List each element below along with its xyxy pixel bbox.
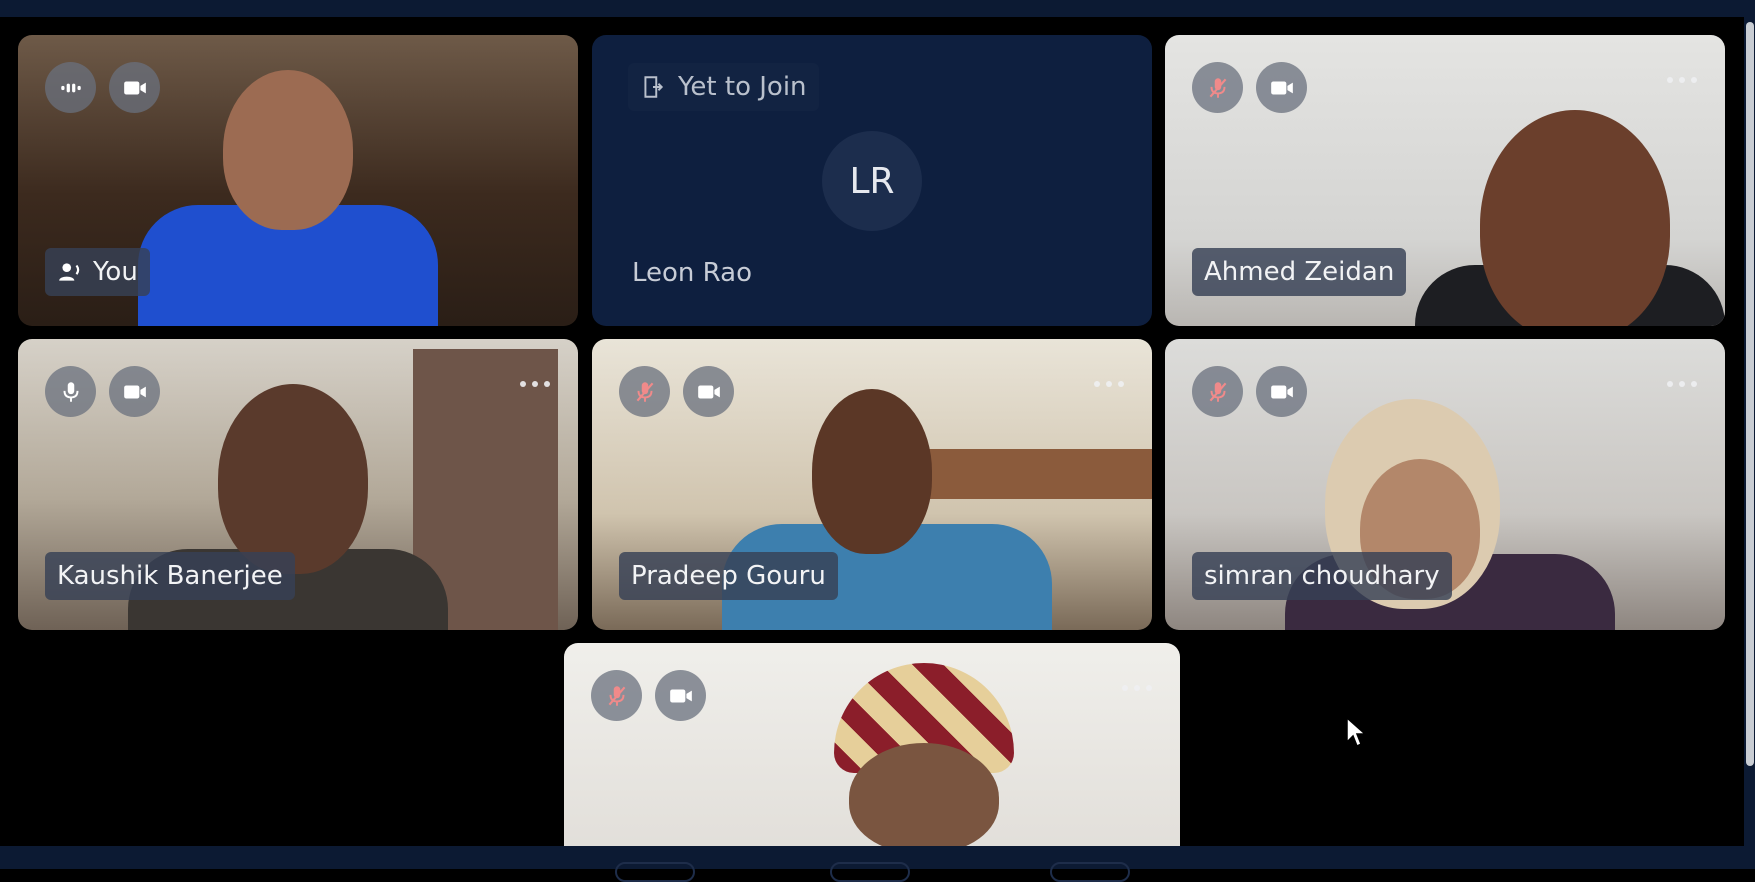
join-door-icon — [644, 76, 664, 98]
toolbar-button[interactable] — [1050, 862, 1130, 882]
participant-name: Ahmed Zeidan — [1204, 257, 1395, 287]
microphone-icon[interactable] — [45, 366, 96, 417]
video-tile-simran-choudhary[interactable]: simran choudhary — [1165, 339, 1725, 630]
participant-name-badge: Pradeep Gouru — [619, 552, 838, 600]
audio-wave-icon[interactable] — [45, 62, 96, 113]
microphone-muted-icon[interactable] — [1192, 62, 1243, 113]
participant-video — [218, 384, 368, 574]
participant-name: Pradeep Gouru — [631, 561, 826, 591]
speaker-icon — [59, 263, 80, 281]
microphone-muted-icon[interactable] — [591, 670, 642, 721]
video-camera-icon[interactable] — [1256, 366, 1307, 417]
participant-video — [812, 389, 932, 554]
toolbar-button[interactable] — [615, 862, 695, 882]
video-tile-leon-rao[interactable]: Yet to Join LR Leon Rao — [592, 35, 1152, 326]
participant-name-badge: You — [45, 248, 150, 296]
participant-name-badge: Kaushik Banerjee — [45, 552, 295, 600]
tile-controls — [619, 366, 734, 417]
status-label: Yet to Join — [678, 72, 807, 102]
participant-name: You — [93, 257, 138, 287]
participant-name: Leon Rao — [632, 258, 753, 288]
participant-name: Kaushik Banerjee — [57, 561, 283, 591]
video-tile-participant-7[interactable] — [564, 643, 1180, 846]
avatar-initials: LR — [849, 160, 895, 202]
tile-controls — [45, 62, 160, 113]
video-camera-icon[interactable] — [109, 366, 160, 417]
video-camera-icon[interactable] — [1256, 62, 1307, 113]
tile-controls — [591, 670, 706, 721]
participant-video — [1480, 110, 1670, 326]
more-options-icon[interactable] — [520, 381, 550, 389]
participant-name-badge: Ahmed Zeidan — [1192, 248, 1407, 296]
microphone-muted-icon[interactable] — [619, 366, 670, 417]
tile-controls — [45, 366, 160, 417]
more-options-icon[interactable] — [1094, 381, 1124, 389]
video-tile-ahmed-zeidan[interactable]: Ahmed Zeidan — [1165, 35, 1725, 326]
tile-controls — [1192, 366, 1307, 417]
participant-name: simran choudhary — [1204, 561, 1440, 591]
more-options-icon[interactable] — [1667, 77, 1697, 85]
top-bar — [0, 0, 1755, 17]
video-camera-icon[interactable] — [683, 366, 734, 417]
microphone-muted-icon[interactable] — [1192, 366, 1243, 417]
participant-name-badge: simran choudhary — [1192, 552, 1452, 600]
more-options-icon[interactable] — [1122, 685, 1152, 693]
yet-to-join-status: Yet to Join — [628, 63, 819, 111]
video-camera-icon[interactable] — [109, 62, 160, 113]
avatar: LR — [822, 131, 922, 231]
video-camera-icon[interactable] — [655, 670, 706, 721]
more-options-icon[interactable] — [1667, 381, 1697, 389]
scrollbar-thumb[interactable] — [1746, 22, 1754, 766]
video-tile-kaushik-banerjee[interactable]: Kaushik Banerjee — [18, 339, 578, 630]
bottom-toolbar — [0, 846, 1755, 882]
video-tile-pradeep-gouru[interactable]: Pradeep Gouru — [592, 339, 1152, 630]
mouse-cursor-icon — [1346, 716, 1367, 748]
video-tile-you[interactable]: You — [18, 35, 578, 326]
tile-controls — [1192, 62, 1307, 113]
toolbar-button[interactable] — [830, 862, 910, 882]
